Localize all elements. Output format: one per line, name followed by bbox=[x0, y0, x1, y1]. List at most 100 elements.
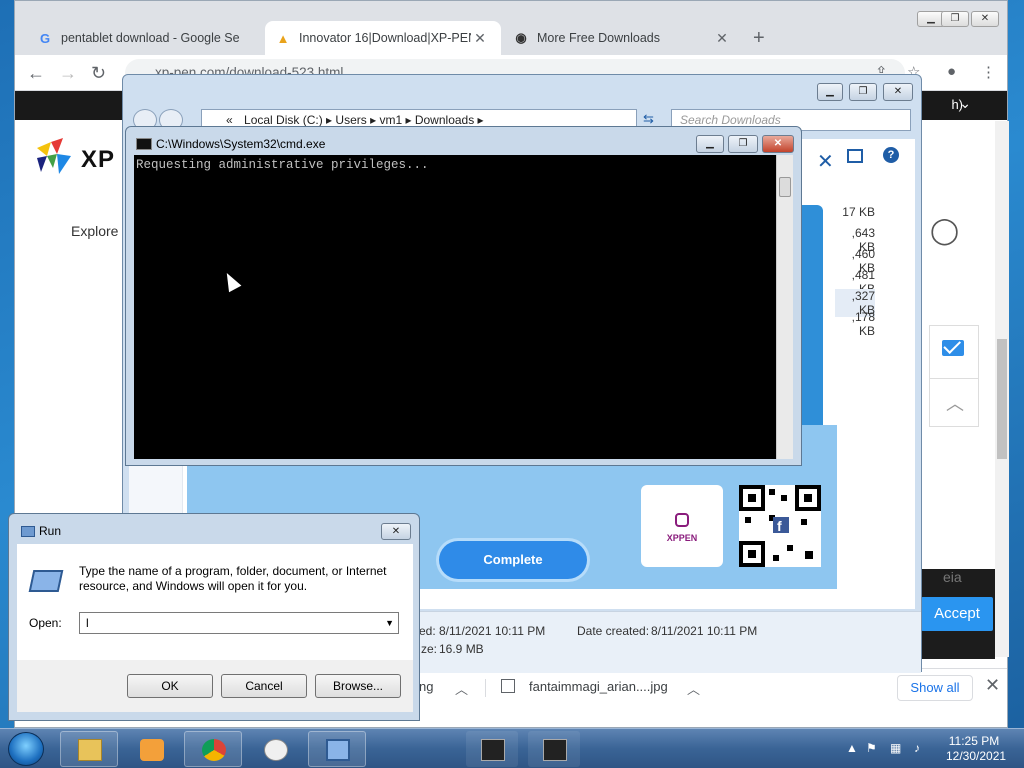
instagram-icon bbox=[675, 513, 689, 527]
close-download-bar-icon[interactable]: ✕ bbox=[985, 675, 1000, 696]
taskbar: ▲ ⚑ ▦ ♪ 11:25 PM 12/30/2021 bbox=[0, 728, 1024, 768]
taskbar-app[interactable] bbox=[246, 731, 304, 767]
show-hidden-icons[interactable]: ▲ bbox=[846, 741, 858, 755]
ok-button[interactable]: OK bbox=[127, 674, 213, 698]
close-preview-icon[interactable]: ✕ bbox=[817, 149, 834, 174]
tab-strip: G pentablet download - Google Se ▲ Innov… bbox=[15, 1, 1007, 55]
site-icon: ◉ bbox=[515, 30, 527, 45]
file-size: ,178 KB bbox=[851, 310, 875, 338]
run-open-input[interactable]: l ▼ bbox=[79, 612, 399, 634]
maximize-button[interactable]: ❐ bbox=[728, 135, 758, 153]
console-icon bbox=[136, 138, 152, 150]
qr-code-image: f bbox=[739, 485, 821, 567]
preview-pane-icon[interactable] bbox=[847, 149, 863, 163]
divider bbox=[930, 378, 978, 379]
logo-text: XP bbox=[81, 146, 116, 173]
close-tab-icon[interactable]: ✕ bbox=[713, 30, 731, 47]
cmd-title: C:\Windows\System32\cmd.exe bbox=[156, 137, 326, 151]
tab-google-search[interactable]: G pentablet download - Google Se bbox=[27, 21, 263, 55]
maximize-button[interactable]: ❐ bbox=[849, 83, 877, 101]
scroll-top-icon[interactable]: ︿ bbox=[946, 390, 964, 416]
minimize-button[interactable]: ▁ bbox=[696, 135, 724, 153]
image-file-icon bbox=[501, 679, 515, 693]
refresh-icon[interactable]: ⇆ bbox=[643, 111, 654, 127]
console-output[interactable]: Requesting administrative privileges... bbox=[134, 155, 776, 459]
taskbar-media-player[interactable] bbox=[122, 731, 180, 767]
complete-button[interactable]: Complete bbox=[439, 541, 587, 579]
download-item-name[interactable]: ng bbox=[419, 679, 433, 694]
taskbar-run[interactable] bbox=[308, 731, 366, 767]
network-icon[interactable]: ▦ bbox=[890, 741, 901, 755]
menu-icon[interactable]: ⋮ bbox=[981, 63, 996, 81]
user-icon[interactable]: ◯ bbox=[930, 215, 959, 246]
profile-icon[interactable]: ● bbox=[947, 63, 956, 80]
close-button[interactable]: ✕ bbox=[971, 11, 999, 27]
cancel-button[interactable]: Cancel bbox=[221, 674, 307, 698]
chevron-down-icon[interactable]: ⌄ bbox=[959, 95, 971, 112]
run-description: Type the name of a program, folder, docu… bbox=[79, 564, 387, 593]
close-tab-icon[interactable]: ✕ bbox=[471, 30, 489, 47]
google-icon: G bbox=[39, 30, 51, 46]
tab-more-downloads[interactable]: ◉ More Free Downloads ✕ bbox=[503, 21, 743, 55]
taskbar-cmd-1[interactable] bbox=[466, 731, 518, 767]
help-icon[interactable]: ? bbox=[883, 147, 899, 163]
modified-label: ed: bbox=[419, 624, 436, 638]
run-dialog: Run ✕ Type the name of a program, folder… bbox=[8, 513, 420, 721]
close-button[interactable]: ✕ bbox=[883, 83, 913, 101]
taskbar-explorer[interactable] bbox=[60, 731, 118, 767]
taskbar-cmd-2[interactable] bbox=[528, 731, 580, 767]
volume-icon[interactable]: ♪ bbox=[914, 741, 920, 755]
browse-button[interactable]: Browse... bbox=[315, 674, 401, 698]
start-button[interactable] bbox=[8, 732, 44, 766]
tab-title: Innovator 16|Download|XP-PEN bbox=[299, 31, 471, 45]
xppen-icon: ▲ bbox=[276, 30, 290, 46]
close-button[interactable]: ✕ bbox=[381, 523, 411, 540]
clock-time: 11:25 PM bbox=[948, 734, 1000, 748]
chevron-up-icon[interactable]: ︿ bbox=[455, 679, 468, 698]
taskbar-chrome[interactable] bbox=[184, 731, 242, 767]
qr-code: f bbox=[739, 485, 821, 567]
file-size: 17 KB bbox=[842, 205, 875, 219]
size-value: 16.9 MB bbox=[439, 642, 484, 656]
cookie-text: eia bbox=[943, 569, 962, 585]
breadcrumb-item[interactable]: Downloads bbox=[415, 113, 474, 127]
dropdown-arrow-icon[interactable]: ▼ bbox=[385, 613, 394, 633]
instagram-label: XPPEN bbox=[666, 533, 698, 543]
action-center-icon[interactable]: ⚑ bbox=[866, 741, 877, 755]
breadcrumb-item[interactable]: Users bbox=[335, 113, 366, 127]
forward-icon[interactable]: → bbox=[59, 63, 77, 84]
accept-cookies-button[interactable]: Accept bbox=[921, 597, 993, 631]
tab-title: pentablet download - Google Se bbox=[61, 31, 240, 45]
breadcrumb-item[interactable]: Local Disk (C:) bbox=[244, 113, 323, 127]
tab-xppen-download[interactable]: ▲ Innovator 16|Download|XP-PEN ✕ bbox=[265, 21, 501, 55]
download-item-name[interactable]: fantaimmagi_arian....jpg bbox=[529, 679, 668, 694]
reload-icon[interactable]: ↻ bbox=[91, 63, 106, 84]
clock-date: 12/30/2021 bbox=[946, 749, 1007, 763]
close-button[interactable]: ✕ bbox=[762, 135, 794, 153]
maximize-button[interactable]: ❐ bbox=[941, 11, 969, 27]
console-icon bbox=[543, 739, 567, 761]
chevron-up-icon[interactable]: ︿ bbox=[687, 679, 700, 698]
nav-explore[interactable]: Explore bbox=[71, 223, 118, 239]
mail-icon[interactable] bbox=[942, 340, 964, 356]
page-scrollbar-thumb[interactable] bbox=[997, 339, 1007, 459]
cmd-window: C:\Windows\System32\cmd.exe ▁ ❐ ✕ Reques… bbox=[125, 126, 802, 466]
scrollbar-thumb[interactable] bbox=[779, 177, 791, 197]
tab-title: More Free Downloads bbox=[537, 31, 660, 45]
minimize-button[interactable]: ▁ bbox=[817, 83, 843, 101]
svg-text:f: f bbox=[777, 518, 782, 534]
folder-icon bbox=[78, 739, 102, 761]
new-tab-button[interactable]: + bbox=[753, 27, 765, 50]
run-program-icon bbox=[28, 570, 64, 592]
show-all-downloads-button[interactable]: Show all bbox=[897, 675, 973, 701]
run-title: Run bbox=[39, 524, 62, 538]
back-icon[interactable]: ← bbox=[27, 63, 45, 84]
clock[interactable]: 11:25 PM 12/30/2021 bbox=[946, 734, 1007, 764]
console-scrollbar[interactable] bbox=[776, 155, 793, 459]
run-title-icon bbox=[21, 526, 35, 537]
app-icon bbox=[264, 739, 288, 761]
media-player-icon bbox=[140, 739, 164, 761]
console-icon bbox=[481, 739, 505, 761]
instagram-card[interactable]: XPPEN bbox=[641, 485, 723, 567]
breadcrumb-item[interactable]: vm1 bbox=[379, 113, 402, 127]
